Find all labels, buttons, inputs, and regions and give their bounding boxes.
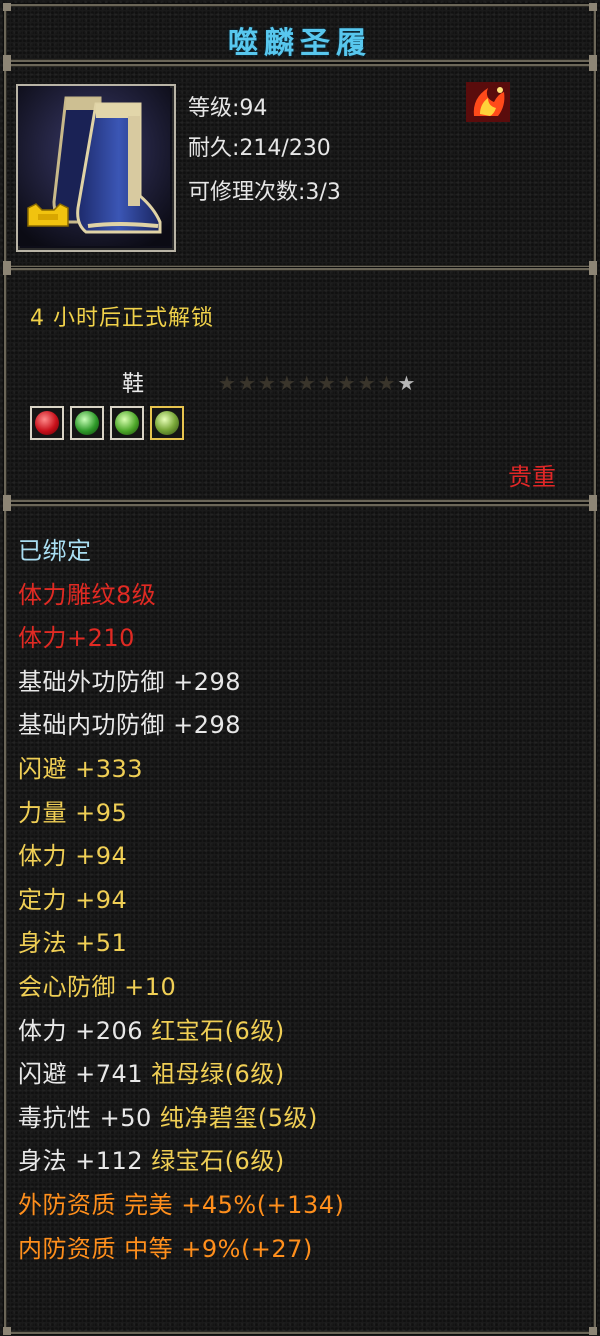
attribute-row: 力量 +95 <box>18 798 344 842</box>
equip-slot-label: 鞋 <box>122 372 145 397</box>
star-icon: ★ <box>257 371 276 395</box>
gem-socket[interactable] <box>110 406 144 440</box>
gem-sockets <box>30 406 184 440</box>
attribute-row: 身法 +112 绿宝石(6级) <box>18 1146 344 1190</box>
star-icon: ★ <box>218 371 236 395</box>
jade-gem-icon <box>155 411 179 435</box>
attribute-text: 闪避 +741 <box>18 1060 152 1089</box>
attribute-text: 体力+210 <box>18 624 135 653</box>
attribute-text: 闪避 +333 <box>18 754 144 783</box>
star-icon: ★ <box>237 371 256 395</box>
item-name: 噬麟圣履 <box>228 26 372 61</box>
star-icon: ★ <box>337 371 356 395</box>
attribute-row: 体力+210 <box>18 623 344 667</box>
attribute-list: 已绑定体力雕纹8级 体力+210 基础外功防御 +298 基础内功防御 +298 闪避 … <box>18 536 344 1277</box>
attribute-text: 已绑定 <box>18 537 92 565</box>
star-icon: ★ <box>277 371 296 395</box>
fire-emblem-icon <box>464 80 512 124</box>
attribute-row: 内防资质 中等 +9%(+27) <box>18 1234 344 1278</box>
item-icon-frame[interactable] <box>16 84 176 252</box>
attribute-text: 基础内功防御 +298 <box>18 711 242 740</box>
level-text: 等级:94 <box>188 96 268 121</box>
star-rating: ★ ★ ★ ★ ★ ★ ★ ★ ★ ★ <box>218 370 415 396</box>
star-icon: ★ <box>357 371 376 395</box>
attribute-row: 会心防御 +10 <box>18 972 344 1016</box>
attribute-text: 会心防御 +10 <box>18 972 177 1001</box>
repair-count-text: 可修理次数:3/3 <box>188 180 341 205</box>
attribute-text: 身法 +51 <box>18 929 128 958</box>
unlock-panel: 4 小时后正式解锁 鞋 ★ ★ ★ ★ ★ ★ ★ ★ ★ ★ 贵重 <box>3 267 597 503</box>
gem-socket[interactable] <box>30 406 64 440</box>
attribute-row: 已绑定 <box>18 536 344 580</box>
attribute-row: 身法 +51 <box>18 928 344 972</box>
attribute-row: 定力 +94 <box>18 885 344 929</box>
red-gem-icon <box>35 411 59 435</box>
attribute-row: 基础外功防御 +298 <box>18 667 344 711</box>
gem-socket[interactable] <box>70 406 104 440</box>
attribute-text: 内防资质 中等 +9%(+27) <box>18 1234 313 1263</box>
unlock-timer-text: 4 小时后正式解锁 <box>30 306 214 331</box>
attribute-text: 体力 +94 <box>18 842 128 871</box>
star-icon: ★ <box>297 371 316 395</box>
green-gem-icon <box>75 411 99 435</box>
gem-socket[interactable] <box>150 406 184 440</box>
quality-label: 贵重 <box>508 463 556 491</box>
blue-boots-icon <box>18 86 170 246</box>
gem-name-text: 纯净碧玺(5级) <box>159 1103 318 1132</box>
title-panel: 噬麟圣履 <box>3 3 597 63</box>
attribute-row: 毒抗性 +50 纯净碧玺(5级) <box>18 1103 344 1147</box>
green-gem-icon <box>115 411 139 435</box>
gem-name-text: 红宝石(6级) <box>151 1016 285 1045</box>
attribute-row: 外防资质 完美 +45%(+134) <box>18 1190 344 1234</box>
attribute-row: 体力 +206 红宝石(6级) <box>18 1016 344 1060</box>
attributes-panel: 已绑定体力雕纹8级 体力+210 基础外功防御 +298 基础内功防御 +298 闪避 … <box>3 503 597 1335</box>
attribute-row: 体力雕纹8级 <box>18 580 344 624</box>
attribute-row: 体力 +94 <box>18 841 344 885</box>
star-icon: ★ <box>317 371 336 395</box>
gem-name-text: 绿宝石(6级) <box>151 1147 285 1176</box>
attribute-text: 基础外功防御 +298 <box>18 667 242 696</box>
attribute-text: 毒抗性 +50 <box>18 1103 160 1132</box>
star-icon: ★ <box>377 371 396 395</box>
attribute-text: 外防资质 完美 +45%(+134) <box>18 1190 345 1219</box>
attribute-text: 力量 +95 <box>18 798 128 827</box>
attribute-text: 身法 +112 <box>18 1147 152 1176</box>
attribute-row: 闪避 +741 祖母绿(6级) <box>18 1059 344 1103</box>
item-info-panel: 等级:94 耐久:214/230 可修理次数:3/3 <box>3 63 597 269</box>
durability-text: 耐久:214/230 <box>188 136 331 161</box>
attribute-text: 体力 +206 <box>18 1016 152 1045</box>
attribute-row: 闪避 +333 <box>18 754 344 798</box>
attribute-text: 定力 +94 <box>18 885 128 914</box>
star-icon: ★ <box>397 371 416 395</box>
attribute-row: 基础内功防御 +298 <box>18 710 344 754</box>
attribute-text: 体力雕纹8级 <box>18 580 157 609</box>
gem-name-text: 祖母绿(6级) <box>151 1060 285 1089</box>
